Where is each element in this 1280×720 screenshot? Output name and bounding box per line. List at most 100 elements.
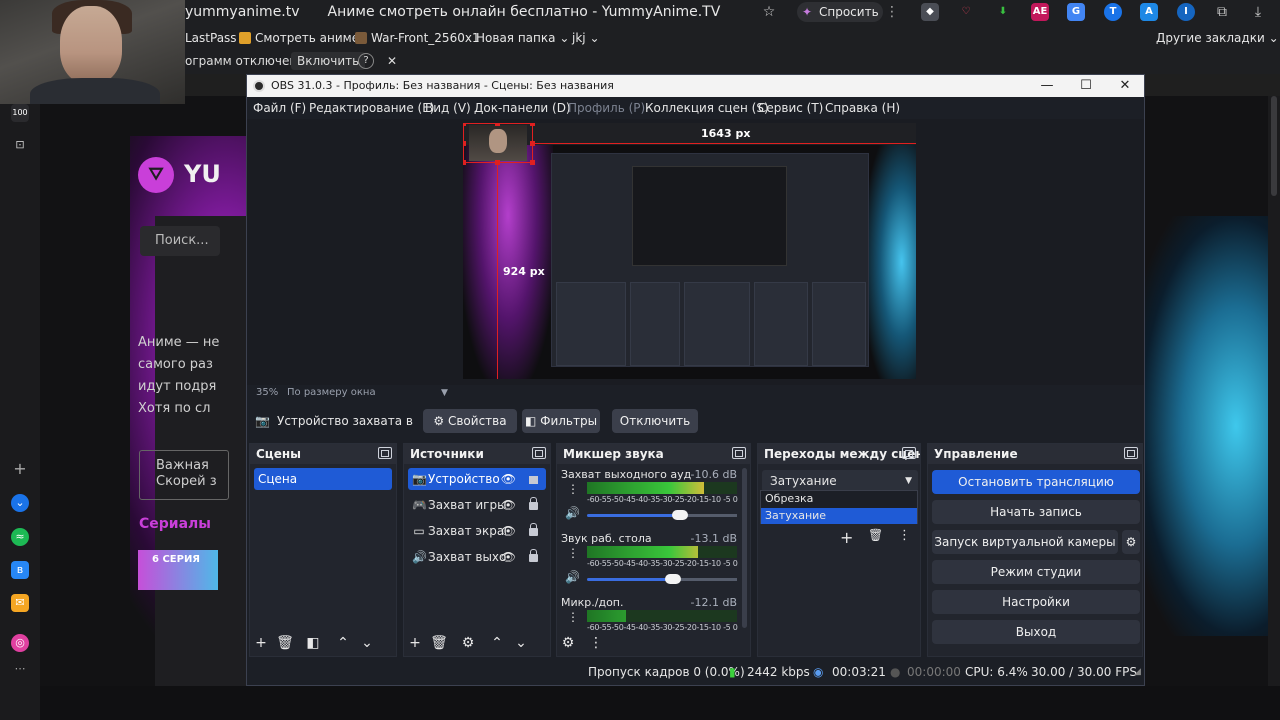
delete-transition-icon[interactable]: 🗑 bbox=[868, 528, 883, 542]
resize-handle[interactable] bbox=[530, 123, 535, 126]
volume-slider[interactable] bbox=[587, 514, 737, 517]
site-search-input[interactable]: Поиск... bbox=[140, 226, 220, 256]
filters-button[interactable]: ◧ Фильтры bbox=[522, 409, 600, 433]
page-scrollbar[interactable] bbox=[1268, 96, 1280, 686]
menu-view[interactable]: Вид (V) bbox=[425, 97, 471, 119]
move-up-icon[interactable]: ⌃ bbox=[334, 634, 352, 652]
undock-icon[interactable] bbox=[902, 447, 916, 459]
obs-titlebar[interactable]: OBS 31.0.3 - Профиль: Без названия - Сце… bbox=[247, 75, 1144, 97]
collections-icon[interactable]: ⊡ bbox=[11, 136, 29, 154]
transition-select[interactable]: Затухание ▼ bbox=[762, 470, 918, 492]
menu-file[interactable]: Файл (F) bbox=[253, 97, 306, 119]
source-item[interactable]: ▭ Захват экрана 👁 bbox=[408, 520, 546, 542]
mail-icon[interactable]: ✉ bbox=[11, 594, 29, 612]
add-source-icon[interactable]: + bbox=[406, 634, 424, 652]
add-scene-icon[interactable]: + bbox=[252, 634, 270, 652]
address-site[interactable]: yummyanime.tv bbox=[185, 4, 300, 20]
bookmark-lastpass[interactable]: LastPass bbox=[185, 28, 237, 48]
transition-option[interactable]: Обрезка bbox=[761, 491, 917, 507]
speaker-icon[interactable]: 🔊 bbox=[565, 506, 580, 520]
more-vertical-icon[interactable]: ⋮ bbox=[567, 610, 579, 624]
t-extension-icon[interactable]: T bbox=[1104, 3, 1122, 21]
alice-icon[interactable]: ◎ bbox=[11, 634, 29, 652]
translate-extension-icon[interactable]: G bbox=[1067, 3, 1085, 21]
resize-handle[interactable] bbox=[530, 160, 535, 165]
lock-icon[interactable] bbox=[529, 497, 538, 510]
episode-card[interactable]: 6 СЕРИЯ bbox=[138, 550, 218, 590]
menu-edit[interactable]: Редактирование (E) bbox=[309, 97, 434, 119]
start-recording-button[interactable]: Начать запись bbox=[932, 500, 1140, 524]
properties-button[interactable]: ⚙ Свойства bbox=[423, 409, 517, 433]
lock-icon[interactable] bbox=[529, 549, 538, 562]
enable-button[interactable]: Включить bbox=[291, 52, 366, 70]
resize-handle[interactable] bbox=[495, 123, 500, 126]
move-up-icon[interactable]: ⌃ bbox=[488, 634, 506, 652]
resize-handle[interactable] bbox=[463, 123, 466, 126]
eye-icon[interactable]: 👁 bbox=[501, 546, 516, 568]
undock-icon[interactable] bbox=[1124, 447, 1138, 459]
menu-tools[interactable]: Сервис (T) bbox=[758, 97, 823, 119]
lock-icon[interactable] bbox=[529, 476, 538, 484]
ae-extension-icon[interactable]: AE bbox=[1031, 3, 1049, 21]
close-icon[interactable]: ✕ bbox=[387, 52, 397, 70]
mixer-scrollbar[interactable] bbox=[742, 468, 747, 628]
counter-badge[interactable]: 100 bbox=[11, 104, 29, 122]
bookmark-folder-new[interactable]: Новая папка ⌄ bbox=[476, 28, 569, 48]
more-vertical-icon[interactable]: ⋮ bbox=[884, 4, 900, 20]
more-vertical-icon[interactable]: ⋮ bbox=[587, 634, 605, 652]
exit-button[interactable]: Выход bbox=[932, 620, 1140, 644]
undock-icon[interactable] bbox=[732, 447, 746, 459]
scene-filters-icon[interactable]: ◧ bbox=[304, 634, 322, 652]
chevron-down-icon[interactable]: ▼ bbox=[441, 385, 448, 401]
eye-icon[interactable]: 👁 bbox=[501, 494, 516, 516]
deactivate-button[interactable]: Отключить bbox=[612, 409, 698, 433]
section-title[interactable]: Сериалы bbox=[139, 516, 211, 532]
resize-grip-icon[interactable]: ◢ bbox=[1134, 659, 1141, 685]
bookmark-star-icon[interactable]: ☆ bbox=[761, 4, 777, 20]
add-icon[interactable]: + bbox=[11, 460, 29, 478]
menu-help[interactable]: Справка (H) bbox=[825, 97, 900, 119]
volume-slider[interactable] bbox=[587, 578, 737, 581]
source-properties-icon[interactable]: ⚙ bbox=[459, 634, 477, 652]
menu-scene-collection[interactable]: Коллекция сцен (S) bbox=[645, 97, 769, 119]
menu-docks[interactable]: Док-панели (D) bbox=[474, 97, 571, 119]
move-down-icon[interactable]: ⌄ bbox=[512, 634, 530, 652]
resize-handle[interactable] bbox=[463, 141, 466, 146]
vk-icon[interactable]: в bbox=[11, 561, 29, 579]
chevron-down-icon[interactable]: ⌄ bbox=[11, 494, 29, 512]
pocket-extension-icon[interactable]: ♡ bbox=[957, 3, 975, 21]
volume-slider-handle[interactable] bbox=[664, 574, 681, 584]
mixer-settings-icon[interactable]: ⚙ bbox=[559, 634, 577, 652]
resize-handle[interactable] bbox=[463, 160, 466, 165]
transition-option-selected[interactable]: Затухание bbox=[761, 508, 917, 524]
language-extension-icon[interactable]: A bbox=[1140, 3, 1158, 21]
download-extension-icon[interactable]: ⬇ bbox=[994, 3, 1012, 21]
maximize-icon[interactable]: ☐ bbox=[1066, 75, 1106, 97]
extensions-icon[interactable]: ⧉ bbox=[1214, 4, 1230, 20]
downloads-icon[interactable]: ⤓ bbox=[1250, 4, 1266, 20]
more-horizontal-icon[interactable]: ⋯ bbox=[11, 660, 29, 678]
virtual-camera-settings-icon[interactable]: ⚙ bbox=[1122, 530, 1140, 554]
eye-icon[interactable]: 👁 bbox=[501, 468, 516, 490]
bookmark-folder-jkj[interactable]: jkj ⌄ bbox=[572, 28, 600, 48]
more-vertical-icon[interactable]: ⋮ bbox=[567, 546, 579, 560]
bookmark-watch-anime[interactable]: Смотреть аниме bbox=[239, 28, 359, 48]
settings-button[interactable]: Настройки bbox=[932, 590, 1140, 614]
spotify-icon[interactable]: ≈ bbox=[11, 528, 29, 546]
source-item[interactable]: 🔊 Захват выходного аудио 👁 bbox=[408, 546, 546, 568]
stop-stream-button[interactable]: Остановить трансляцию bbox=[932, 470, 1140, 494]
info-extension-icon[interactable]: I bbox=[1177, 3, 1195, 21]
other-bookmarks[interactable]: Другие закладки ⌄ bbox=[1156, 28, 1279, 48]
scene-item[interactable]: Сцена bbox=[254, 468, 392, 490]
source-item[interactable]: 🎮 Захват игры 👁 bbox=[408, 494, 546, 516]
add-transition-icon[interactable]: + bbox=[840, 528, 853, 547]
preview-area[interactable]: 1643 px 924 px bbox=[247, 119, 1144, 385]
source-item[interactable]: 📷 Устройство захвата видео 👁 bbox=[408, 468, 546, 490]
delete-source-icon[interactable]: 🗑 bbox=[430, 634, 448, 652]
virtual-camera-button[interactable]: Запуск виртуальной камеры bbox=[932, 530, 1118, 554]
zoom-mode-select[interactable]: По размеру окна bbox=[287, 385, 376, 401]
move-down-icon[interactable]: ⌄ bbox=[358, 634, 376, 652]
site-logo-text[interactable]: YU bbox=[184, 160, 221, 188]
lock-icon[interactable] bbox=[529, 523, 538, 536]
close-icon[interactable]: ✕ bbox=[1105, 75, 1145, 97]
